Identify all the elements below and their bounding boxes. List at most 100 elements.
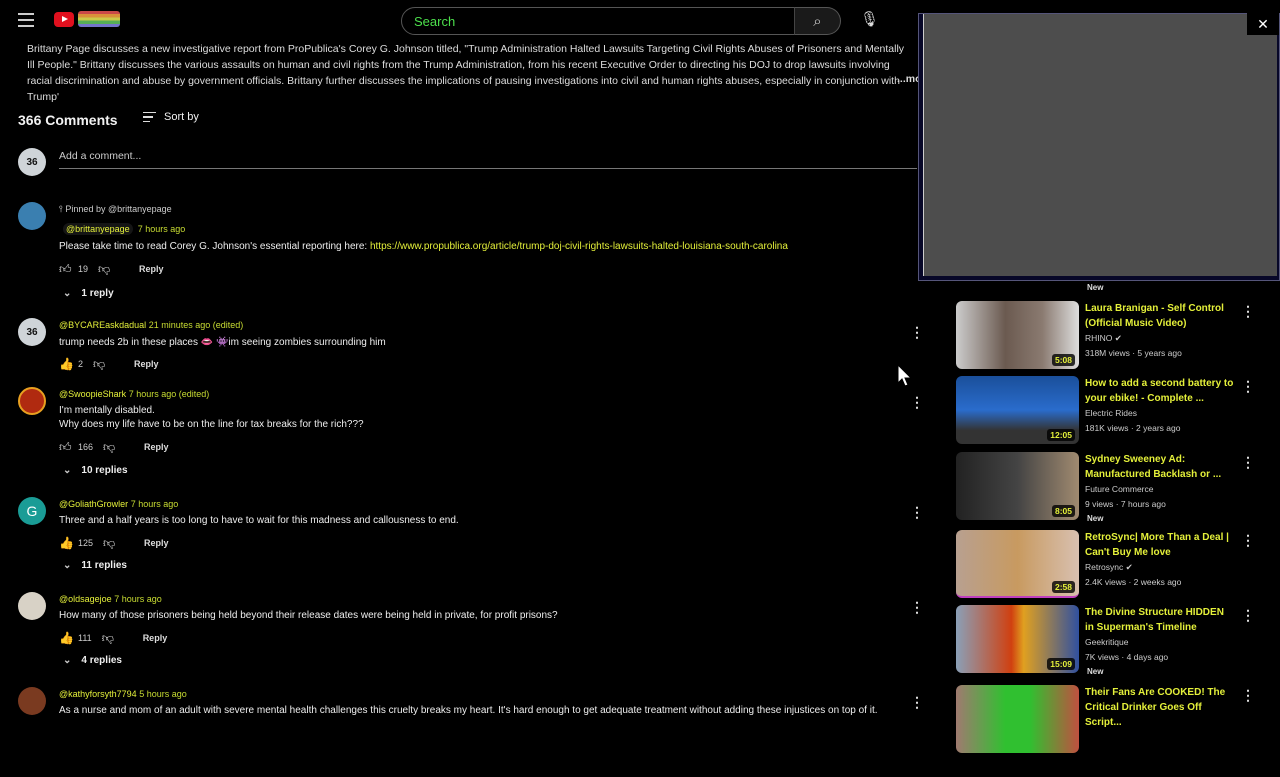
- video-screen[interactable]: [923, 14, 1277, 276]
- video-thumbnail[interactable]: 5:08: [956, 301, 1079, 369]
- like-icon[interactable]: 👍︎: [59, 440, 73, 454]
- comment-author[interactable]: @SwoopieShark: [59, 389, 126, 399]
- more-options-icon[interactable]: ⋮: [1241, 303, 1255, 320]
- comment-author[interactable]: @oldsagejoe: [59, 594, 112, 604]
- comment-text: I'm mentally disabled.: [59, 405, 155, 416]
- video-thumbnail[interactable]: 12:05: [956, 376, 1079, 444]
- menu-button[interactable]: [18, 13, 34, 27]
- comment-time[interactable]: 7 hours ago: [138, 224, 186, 234]
- more-options-icon[interactable]: ⋮: [910, 504, 924, 521]
- channel-name[interactable]: Future Commerce: [1085, 484, 1154, 494]
- more-options-icon[interactable]: ⋮: [1241, 454, 1255, 471]
- dislike-icon[interactable]: 👎︎: [102, 631, 116, 645]
- video-meta: 181K views · 2 years ago: [1085, 423, 1181, 433]
- video-meta: 2.4K views · 2 weeks ago: [1085, 577, 1182, 587]
- avatar[interactable]: [18, 592, 46, 620]
- search-icon: ⌕: [813, 12, 822, 30]
- comment-time[interactable]: 7 hours ago: [114, 594, 162, 604]
- comment-time[interactable]: 5 hours ago: [139, 689, 187, 699]
- search-button[interactable]: ⌕: [794, 7, 841, 35]
- channel-name[interactable]: Electric Rides: [1085, 408, 1137, 418]
- search-input[interactable]: Search: [401, 7, 795, 35]
- comment-author[interactable]: @BYCAREaskdadual: [59, 320, 146, 330]
- chevron-down-icon: ⌄: [63, 288, 72, 299]
- avatar[interactable]: [18, 202, 46, 230]
- more-options-icon[interactable]: ⋮: [910, 324, 924, 341]
- video-thumbnail[interactable]: 15:09: [956, 605, 1079, 673]
- reply-button[interactable]: Reply: [139, 264, 164, 274]
- more-options-icon[interactable]: ⋮: [910, 599, 924, 616]
- like-icon[interactable]: 👍︎: [59, 262, 73, 276]
- video-item[interactable]: 8:05 Sydney Sweeney Ad: Manufactured Bac…: [956, 452, 1276, 524]
- mini-player[interactable]: [918, 13, 1280, 281]
- more-options-icon[interactable]: ⋮: [1241, 687, 1255, 704]
- video-thumbnail[interactable]: 2:58: [956, 530, 1079, 598]
- reply-button[interactable]: Reply: [134, 359, 159, 369]
- comment-time[interactable]: 7 hours ago (edited): [129, 389, 210, 399]
- dislike-icon[interactable]: 👎︎: [103, 440, 117, 454]
- like-count: 2: [78, 359, 84, 369]
- video-thumbnail[interactable]: 8:05: [956, 452, 1079, 520]
- comment-text: Please take time to read Corey G. Johnso…: [59, 241, 370, 252]
- comment-link[interactable]: https://www.propublica.org/article/trump…: [370, 241, 788, 252]
- comment-time[interactable]: 7 hours ago: [131, 499, 179, 509]
- more-options-icon[interactable]: ⋮: [1241, 378, 1255, 395]
- avatar[interactable]: G: [18, 497, 46, 525]
- avatar[interactable]: [18, 687, 46, 715]
- avatar[interactable]: 36: [18, 318, 46, 346]
- sort-button[interactable]: Sort by: [143, 111, 199, 123]
- view-replies-button[interactable]: ⌄ 11 replies: [63, 560, 127, 571]
- comment: @oldsagejoe 7 hours ago How many of thos…: [18, 592, 924, 682]
- video-title[interactable]: Sydney Sweeney Ad: Manufactured Backlash…: [1085, 452, 1235, 482]
- video-duration: 5:08: [1051, 354, 1075, 366]
- more-options-icon[interactable]: ⋮: [910, 394, 924, 411]
- like-count: 19: [78, 264, 89, 274]
- video-title[interactable]: RetroSync| More Than a Deal | Can't Buy …: [1085, 530, 1235, 560]
- video-item[interactable]: Their Fans Are COOKED! The Critical Drin…: [956, 685, 1276, 757]
- channel-name[interactable]: Retrosync ✔: [1085, 562, 1133, 573]
- video-title[interactable]: Laura Branigan - Self Control (Official …: [1085, 301, 1235, 331]
- youtube-logo[interactable]: [54, 12, 74, 27]
- video-title[interactable]: The Divine Structure HIDDEN in Superman'…: [1085, 605, 1235, 635]
- view-replies-button[interactable]: ⌄ 1 reply: [63, 288, 114, 299]
- video-meta: 9 views · 7 hours ago: [1085, 499, 1166, 509]
- avatar: 36: [18, 148, 46, 176]
- dislike-icon[interactable]: 👎︎: [93, 357, 107, 371]
- dislike-icon[interactable]: 👎︎: [103, 536, 117, 550]
- comment-author[interactable]: @brittanyepage: [63, 223, 133, 235]
- channel-name[interactable]: Geekritique: [1085, 637, 1128, 647]
- comment-time[interactable]: 21 minutes ago (edited): [149, 320, 244, 330]
- microphone-icon[interactable]: 🎙: [860, 10, 879, 28]
- more-options-icon[interactable]: ⋮: [1241, 532, 1255, 549]
- video-item[interactable]: 2:58 RetroSync| More Than a Deal | Can't…: [956, 530, 1276, 602]
- like-icon[interactable]: 👍: [59, 357, 74, 371]
- chevron-down-icon: ⌄: [63, 560, 72, 571]
- video-description: Brittany Page discusses a new investigat…: [27, 43, 905, 103]
- video-item[interactable]: 12:05 How to add a second battery to you…: [956, 376, 1276, 448]
- avatar[interactable]: [18, 387, 46, 415]
- view-replies-button[interactable]: ⌄ 4 replies: [63, 655, 122, 666]
- comment-author[interactable]: @GoliathGrowler: [59, 499, 128, 509]
- video-thumbnail[interactable]: [956, 685, 1079, 753]
- video-item[interactable]: 15:09 The Divine Structure HIDDEN in Sup…: [956, 605, 1276, 677]
- more-options-icon[interactable]: ⋮: [1241, 607, 1255, 624]
- channel-name[interactable]: RHINO ✔: [1085, 333, 1122, 344]
- reply-button[interactable]: Reply: [144, 442, 169, 452]
- video-duration: 8:05: [1051, 505, 1075, 517]
- more-options-icon[interactable]: ⋮: [910, 694, 924, 711]
- video-title[interactable]: Their Fans Are COOKED! The Critical Drin…: [1085, 685, 1235, 730]
- video-title[interactable]: How to add a second battery to your ebik…: [1085, 376, 1235, 406]
- close-icon[interactable]: ✕: [1247, 13, 1279, 35]
- sort-icon: [143, 111, 156, 123]
- comment: @SwoopieShark 7 hours ago (edited) I'm m…: [18, 387, 924, 477]
- like-icon[interactable]: 👍: [59, 536, 74, 550]
- view-replies-button[interactable]: ⌄ 10 replies: [63, 465, 128, 476]
- like-icon[interactable]: 👍: [59, 631, 74, 645]
- reply-button[interactable]: Reply: [144, 538, 169, 548]
- dislike-icon[interactable]: 👎︎: [98, 262, 112, 276]
- comment-author[interactable]: @kathyforsyth7794: [59, 689, 137, 699]
- video-item[interactable]: 5:08 Laura Branigan - Self Control (Offi…: [956, 301, 1276, 373]
- video-meta: 318M views · 5 years ago: [1085, 348, 1182, 358]
- reply-button[interactable]: Reply: [143, 633, 168, 643]
- add-comment-input[interactable]: Add a comment...: [59, 150, 917, 169]
